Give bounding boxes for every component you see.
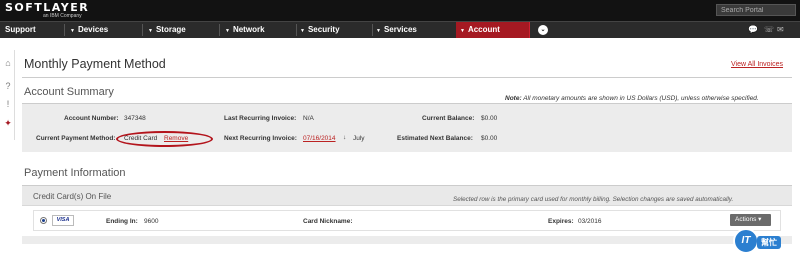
page-title: Monthly Payment Method [24, 57, 166, 71]
est-balance-value: $0.00 [481, 135, 498, 142]
note-text: All monetary amounts are shown in US Dol… [523, 95, 759, 102]
main-nav: Support ▼ Devices ▼ Storage ▼ Network ▼ Secu… [0, 21, 800, 38]
account-number-label: Account Number: [64, 115, 119, 122]
view-all-invoices-link[interactable]: View All Invoices [731, 61, 783, 68]
nav-divider [219, 24, 220, 36]
divider [22, 77, 792, 78]
account-summary-title: Account Summary [24, 86, 114, 98]
caret-down-icon: ▼ [376, 28, 381, 34]
caret-down-icon: ▼ [70, 28, 75, 34]
chat-icon[interactable]: 💬 [748, 25, 758, 34]
table-footer [22, 236, 792, 244]
message-icon[interactable]: ✉ [777, 25, 784, 34]
nav-label: Support [5, 25, 36, 34]
nav-item-security[interactable]: ▼ Security [300, 22, 340, 38]
nav-label: Storage [155, 25, 186, 34]
actions-button[interactable]: Actions ▾ [730, 214, 771, 226]
caret-down-icon: ▼ [225, 28, 230, 34]
nav-label: Services [383, 25, 417, 34]
nav-divider [64, 24, 65, 36]
chevron-down-circle-icon[interactable]: ⌄ [538, 25, 548, 35]
payment-method-label: Current Payment Method: [36, 135, 116, 142]
nav-label: Network [232, 25, 265, 34]
next-invoice-link[interactable]: 07/16/2014 [303, 135, 336, 142]
current-balance-label: Current Balance: [422, 115, 475, 122]
account-number-value: 347348 [124, 115, 146, 122]
cards-on-file-title: Credit Card(s) On File [33, 192, 112, 201]
nav-item-account[interactable]: ▼ Account [456, 22, 530, 38]
nav-label: Security [307, 25, 340, 34]
ending-in-value: 9600 [144, 218, 159, 225]
search-input[interactable] [716, 4, 796, 16]
nav-item-devices[interactable]: ▼ Devices [70, 22, 108, 38]
highlight-circle [116, 131, 213, 147]
tag-icon[interactable]: ✦ [3, 118, 13, 128]
nav-item-support[interactable]: Support [5, 22, 36, 38]
card-nickname-label: Card Nickname: [303, 218, 353, 225]
caret-down-icon: ▼ [148, 28, 153, 34]
nav-item-services[interactable]: ▼ Services [376, 22, 417, 38]
logo-text: SOFTLAYER [5, 1, 90, 14]
est-balance-label: Estimated Next Balance: [397, 135, 473, 142]
home-icon[interactable]: ⌂ [3, 58, 13, 68]
currency-note: Note: All monetary amounts are shown in … [505, 95, 759, 102]
payment-information-title: Payment Information [24, 167, 126, 179]
softlayer-logo[interactable]: SOFTLAYER an IBM Company [5, 2, 89, 19]
watermark-badge: IT [733, 228, 759, 254]
expires-label: Expires: [548, 218, 574, 225]
alert-icon[interactable]: ! [3, 99, 13, 109]
cards-note: Selected row is the primary card used fo… [453, 196, 734, 203]
last-invoice-value: N/A [303, 115, 314, 122]
actions-label: Actions [735, 216, 757, 223]
next-invoice-label: Next Recurring Invoice: [224, 135, 297, 142]
primary-card-radio[interactable] [40, 217, 47, 224]
note-prefix: Note: [505, 95, 522, 102]
nav-label: Account [467, 25, 500, 34]
nav-item-storage[interactable]: ▼ Storage [148, 22, 186, 38]
visa-card-icon: VISA [52, 215, 74, 226]
last-invoice-label: Last Recurring Invoice: [224, 115, 297, 122]
ithelp-watermark: IT 幫忙 [733, 228, 795, 254]
arrow-down-icon: ↓ [343, 134, 347, 141]
caret-down-icon: ▼ [460, 28, 465, 34]
nav-divider [142, 24, 143, 36]
nav-item-network[interactable]: ▼ Network [225, 22, 265, 38]
left-rail: ⌂ ? ! ✦ [0, 50, 15, 140]
caret-down-icon: ▼ [300, 28, 305, 34]
nav-divider [372, 24, 373, 36]
current-balance-value: $0.00 [481, 115, 498, 122]
phone-icon[interactable]: ☏ [764, 25, 774, 34]
watermark-text: 幫忙 [757, 236, 781, 249]
caret-down-icon: ▾ [758, 216, 762, 223]
expires-value: 03/2016 [578, 218, 602, 225]
ending-in-label: Ending In: [106, 218, 138, 225]
top-bar: SOFTLAYER an IBM Company [0, 0, 800, 21]
nav-label: Devices [77, 25, 109, 34]
help-icon[interactable]: ? [3, 81, 13, 91]
next-invoice-month: July [353, 135, 365, 142]
nav-divider [296, 24, 297, 36]
